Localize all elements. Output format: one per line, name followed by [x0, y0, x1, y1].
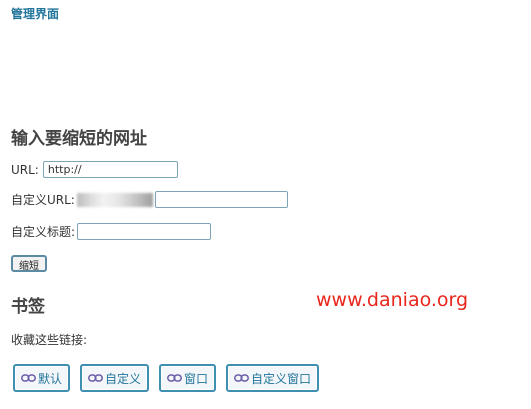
bookmarks-title: 书签	[11, 297, 45, 317]
bookmarklet-label: 默认	[38, 371, 63, 386]
bookmarklet-label: 自定义窗口	[251, 371, 312, 386]
custom-url-input[interactable]	[154, 191, 288, 208]
custom-title-row: 自定义标题:	[11, 223, 212, 240]
bookmarklet-custom-window[interactable]: 自定义窗口	[226, 364, 320, 392]
custom-url-row: 自定义URL:	[11, 191, 288, 208]
bookmarklet-list: 默认 自定义 窗口 自定义窗口	[13, 364, 320, 392]
custom-title-label: 自定义标题:	[11, 225, 76, 239]
link-icon	[88, 374, 103, 382]
watermark-text: www.daniao.org	[316, 289, 469, 311]
admin-link[interactable]: 管理界面	[11, 5, 59, 22]
url-label: URL:	[11, 162, 39, 177]
blurred-url-prefix	[76, 192, 153, 207]
url-input[interactable]	[42, 161, 178, 178]
bookmarklet-custom[interactable]: 自定义	[80, 364, 150, 392]
bookmarks-description: 收藏这些链接:	[11, 333, 88, 347]
bookmarklet-default[interactable]: 默认	[13, 364, 71, 392]
bookmarklet-label: 窗口	[184, 371, 209, 386]
custom-url-label: 自定义URL:	[11, 193, 75, 207]
custom-title-input[interactable]	[77, 223, 212, 240]
bookmarklet-label: 自定义	[105, 371, 142, 386]
link-icon	[21, 374, 36, 382]
url-row: URL:	[11, 161, 178, 178]
link-icon	[167, 374, 182, 382]
bookmarklet-window[interactable]: 窗口	[159, 364, 217, 392]
shorten-title: 输入要缩短的网址	[11, 129, 147, 149]
link-icon	[234, 374, 249, 382]
shorten-button[interactable]: 缩短	[11, 255, 47, 272]
